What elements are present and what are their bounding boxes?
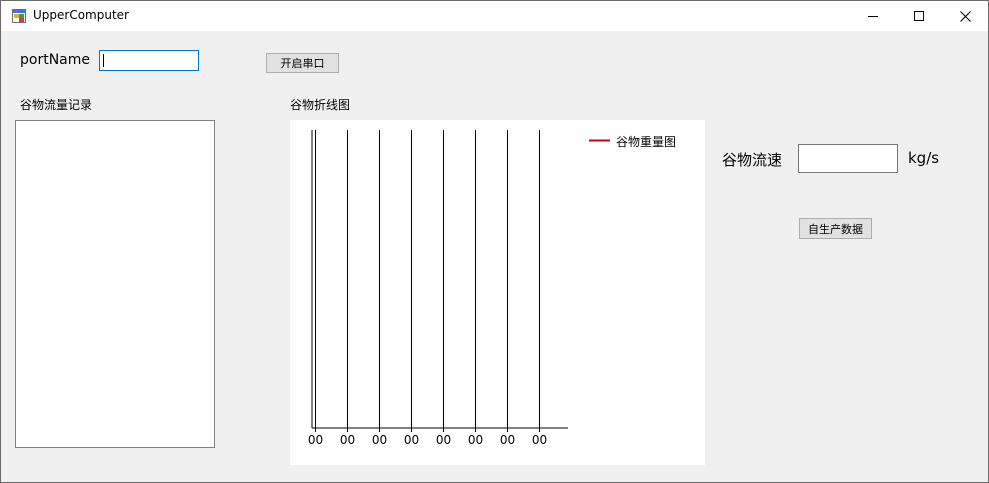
- maximize-icon: [914, 11, 924, 21]
- x-tick-label: 00: [468, 433, 483, 447]
- text-caret: [103, 54, 104, 67]
- close-button[interactable]: [942, 1, 988, 31]
- open-serial-button[interactable]: 开启串口: [266, 53, 339, 73]
- flow-rate-input[interactable]: [798, 144, 898, 173]
- x-tick-label: 00: [340, 433, 355, 447]
- window-title: UpperComputer: [33, 8, 129, 22]
- main-window: UpperComputer portName 开启串口 谷物流量记录 谷物折线图…: [0, 0, 989, 483]
- port-name-input[interactable]: [99, 50, 199, 71]
- x-tick-label: 00: [372, 433, 387, 447]
- flow-unit-label: kg/s: [908, 149, 940, 167]
- legend-label: 谷物重量图: [616, 135, 677, 149]
- close-icon: [959, 10, 971, 22]
- minimize-icon: [868, 16, 878, 17]
- x-tick-label: 00: [308, 433, 323, 447]
- form-icon: [12, 9, 26, 23]
- port-name-label: portName: [20, 52, 90, 68]
- record-label: 谷物流量记录: [20, 98, 93, 112]
- minimize-button[interactable]: [850, 1, 896, 31]
- x-tick-label: 00: [500, 433, 515, 447]
- title-bar[interactable]: UpperComputer: [1, 1, 988, 31]
- x-tick-label: 00: [532, 433, 547, 447]
- flow-rate-label: 谷物流速: [722, 151, 783, 169]
- generate-data-button[interactable]: 自生产数据: [799, 218, 872, 239]
- grain-flow-record-list[interactable]: [15, 120, 215, 448]
- chart-plot: 00 00 00 00 00 00 00 00: [308, 130, 610, 447]
- x-tick-label: 00: [436, 433, 451, 447]
- x-tick-label: 00: [404, 433, 419, 447]
- grain-line-chart: 00 00 00 00 00 00 00 00 谷物重量图: [290, 120, 705, 465]
- chart-label: 谷物折线图: [290, 98, 351, 112]
- maximize-button[interactable]: [896, 1, 942, 31]
